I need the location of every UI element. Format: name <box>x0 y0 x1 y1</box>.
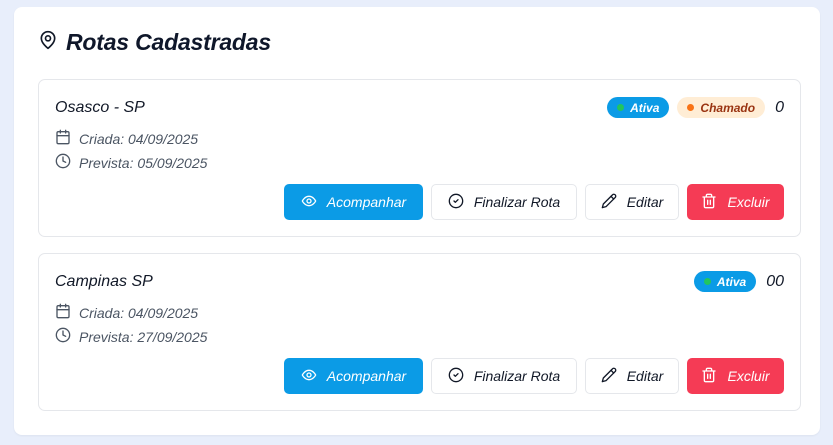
view-route-button[interactable]: Acompanhar <box>284 358 423 394</box>
clock-icon <box>55 153 71 172</box>
status-dot <box>703 278 711 285</box>
created-date: Criada: 04/09/2025 <box>79 130 199 147</box>
trash-icon <box>701 367 717 386</box>
finish-route-label: Finalizar Rota <box>473 368 561 384</box>
route-actions: Acompanhar Finalizar Rota Editar Excluir <box>284 358 784 394</box>
route-name: Campinas SP <box>55 273 153 290</box>
created-date-row: Criada: 04/09/2025 <box>55 303 198 322</box>
route-count: 00 <box>766 272 784 290</box>
status-badge-called: Chamado <box>677 97 766 118</box>
status-badge-active: Ativa <box>693 271 757 292</box>
finish-route-label: Finalizar Rota <box>473 194 561 210</box>
eye-icon <box>301 193 317 212</box>
trash-icon <box>701 193 717 212</box>
finish-route-button[interactable]: Finalizar Rota <box>431 358 577 394</box>
panel-header: Rotas Cadastradas <box>38 29 271 56</box>
finish-route-button[interactable]: Finalizar Rota <box>431 184 577 220</box>
expected-date-row: Prevista: 05/09/2025 <box>55 153 207 172</box>
expected-date: Prevista: 27/09/2025 <box>79 328 208 345</box>
status-dot <box>687 104 695 111</box>
created-date-row: Criada: 04/09/2025 <box>55 129 198 148</box>
badge-label: Ativa <box>630 100 660 115</box>
status-badge-active: Ativa <box>607 97 670 118</box>
eye-icon <box>301 367 317 386</box>
badge-label: Ativa <box>716 274 747 289</box>
route-actions: Acompanhar Finalizar Rota Editar Excluir <box>284 184 784 220</box>
pencil-icon <box>601 367 617 386</box>
view-route-label: Acompanhar <box>326 368 407 384</box>
routes-panel: Rotas Cadastradas Osasco - SP Ativa Cham… <box>14 7 820 435</box>
route-name: Osasco - SP <box>55 99 145 116</box>
delete-route-button[interactable]: Excluir <box>687 358 784 394</box>
map-pin-icon <box>38 30 58 55</box>
check-circle-icon <box>448 193 464 212</box>
delete-route-label: Excluir <box>727 194 770 210</box>
route-badges: Ativa 00 <box>693 271 784 292</box>
edit-route-button[interactable]: Editar <box>585 184 679 220</box>
delete-route-label: Excluir <box>727 368 770 384</box>
edit-route-button[interactable]: Editar <box>585 358 679 394</box>
route-card: Campinas SP Ativa 00 Criada: 04/09/2025 <box>38 253 801 411</box>
check-circle-icon <box>448 367 464 386</box>
pencil-icon <box>601 193 617 212</box>
edit-route-label: Editar <box>626 368 664 384</box>
page-title: Rotas Cadastradas <box>66 29 271 55</box>
badge-label: Chamado <box>700 100 756 115</box>
clock-icon <box>55 327 71 346</box>
calendar-icon <box>55 129 71 148</box>
expected-date-row: Prevista: 27/09/2025 <box>55 327 207 346</box>
route-badges: Ativa Chamado 0 <box>607 97 784 118</box>
route-count: 0 <box>775 98 784 116</box>
view-route-button[interactable]: Acompanhar <box>284 184 423 220</box>
view-route-label: Acompanhar <box>326 194 407 210</box>
expected-date: Prevista: 05/09/2025 <box>79 154 208 171</box>
created-date: Criada: 04/09/2025 <box>79 304 199 321</box>
delete-route-button[interactable]: Excluir <box>687 184 784 220</box>
status-dot <box>617 104 625 111</box>
calendar-icon <box>55 303 71 322</box>
route-card: Osasco - SP Ativa Chamado 0 Criada: 04/0… <box>38 79 801 237</box>
edit-route-label: Editar <box>626 194 664 210</box>
